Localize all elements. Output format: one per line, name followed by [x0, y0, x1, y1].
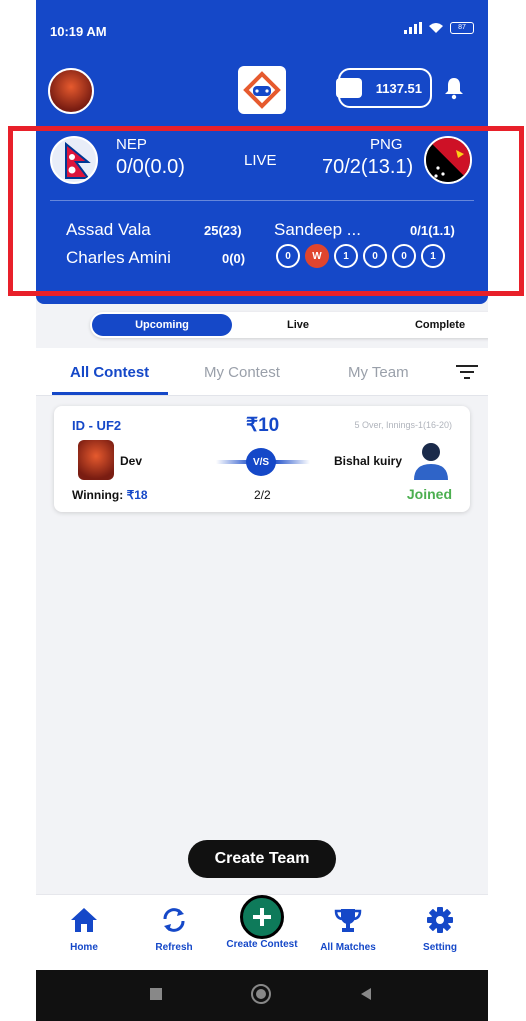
png-flag-icon — [424, 136, 472, 184]
bowler-name: Sandeep ... — [274, 220, 361, 239]
team2-code: PNG — [370, 136, 403, 153]
trophy-icon — [334, 909, 362, 932]
tab-my-contest[interactable]: My Contest — [204, 364, 280, 381]
user-silhouette-icon — [414, 443, 448, 480]
recents-icon[interactable] — [148, 986, 164, 1002]
ball-result: 0 — [276, 244, 300, 268]
nav-create-contest-label: Create Contest — [226, 939, 298, 950]
batsman2-name: Charles Amini — [66, 248, 171, 267]
recent-balls: 0 W 1 0 0 1 — [276, 244, 445, 268]
batsman1-stat: 25(23) — [204, 223, 242, 238]
tab-my-team[interactable]: My Team — [348, 364, 409, 381]
wallet-icon — [336, 78, 362, 98]
nepal-flag-icon — [50, 136, 98, 184]
signal-icon — [404, 22, 422, 34]
phone-screen: 10:19 AM 87 1137.51 NEP 0/0(0.0) LIVE PN… — [36, 0, 488, 1021]
live-score-panel[interactable]: NEP 0/0(0.0) LIVE PNG 70/2(13.1) Assad V… — [36, 128, 488, 298]
filter-icon[interactable] — [456, 364, 478, 380]
nav-refresh[interactable]: Refresh — [134, 905, 214, 953]
status-time: 10:19 AM — [50, 24, 107, 39]
contest-slots: 2/2 — [254, 488, 271, 502]
bowler-stat: 0/1(1.1) — [410, 223, 455, 238]
winning-amount: Winning: ₹18 — [72, 488, 148, 502]
header: 1137.51 NEP 0/0(0.0) LIVE PNG 70/2(13.1) — [36, 62, 488, 304]
wallet-amount: 1137.51 — [375, 80, 422, 96]
app-logo — [238, 66, 286, 114]
user2-name: Bishal kuiry — [334, 454, 403, 468]
score-divider — [50, 200, 474, 201]
nav-setting-label: Setting — [423, 942, 457, 953]
joined-status: Joined — [406, 486, 452, 502]
status-bar: 10:19 AM 87 — [36, 0, 488, 62]
wifi-icon — [429, 23, 443, 33]
create-contest-button[interactable] — [240, 895, 284, 939]
team1-code: NEP — [116, 136, 147, 153]
ball-result: 1 — [421, 244, 445, 268]
status-icons: 87 — [404, 22, 474, 34]
nav-all-matches[interactable]: All Matches — [308, 905, 388, 953]
user1-name: Dev — [120, 454, 143, 468]
ball-result: 0 — [392, 244, 416, 268]
gamepad-logo-icon — [243, 71, 281, 109]
ball-result: W — [305, 244, 329, 268]
back-icon[interactable] — [358, 986, 374, 1002]
winning-label: Winning: — [72, 488, 124, 502]
bottom-nav: Home Refresh Create Contest All Matches … — [36, 894, 488, 970]
gear-icon — [427, 907, 453, 933]
contest-info: 5 Over, Innings-1(16-20) — [354, 420, 452, 430]
ball-result: 1 — [334, 244, 358, 268]
system-nav-bar — [36, 970, 488, 1021]
team2-score: 70/2(13.1) — [322, 156, 414, 178]
contest-id: ID - UF2 — [72, 418, 122, 433]
contest-card[interactable]: ID - UF2 ₹10 5 Over, Innings-1(16-20) De… — [54, 406, 470, 512]
contest-prize: ₹10 — [246, 415, 280, 436]
nav-refresh-label: Refresh — [155, 942, 193, 953]
refresh-icon — [163, 908, 185, 932]
batsman1-name: Assad Vala — [66, 220, 151, 239]
bell-icon[interactable] — [442, 76, 466, 100]
nav-home-label: Home — [70, 942, 98, 953]
nav-all-matches-label: All Matches — [320, 942, 376, 953]
batsman2-stat: 0(0) — [222, 251, 246, 266]
nav-home[interactable]: Home — [44, 905, 124, 953]
tab-upcoming[interactable]: Upcoming — [92, 314, 232, 336]
home-circle-icon[interactable] — [250, 983, 272, 1005]
tab-complete[interactable]: Complete — [390, 312, 488, 338]
battery-icon: 87 — [450, 22, 474, 34]
user1-avatar — [78, 440, 114, 480]
match-tabs: Upcoming Live Complete — [90, 312, 488, 338]
create-team-button[interactable]: Create Team — [188, 840, 336, 878]
home-icon — [71, 908, 97, 932]
contest-tabs: All Contest My Contest My Team — [36, 348, 488, 396]
match-status: LIVE — [244, 152, 277, 169]
plus-icon — [253, 908, 271, 926]
user-avatar[interactable] — [48, 68, 94, 114]
tab-all-contest[interactable]: All Contest — [70, 364, 149, 381]
winning-value: ₹18 — [126, 488, 148, 502]
vs-badge: V/S — [246, 448, 276, 476]
nav-setting[interactable]: Setting — [400, 905, 480, 953]
wallet-button[interactable]: 1137.51 — [336, 68, 432, 108]
active-tab-indicator — [52, 392, 168, 395]
tab-live[interactable]: Live — [258, 312, 338, 338]
ball-result: 0 — [363, 244, 387, 268]
team1-score: 0/0(0.0) — [116, 156, 185, 178]
